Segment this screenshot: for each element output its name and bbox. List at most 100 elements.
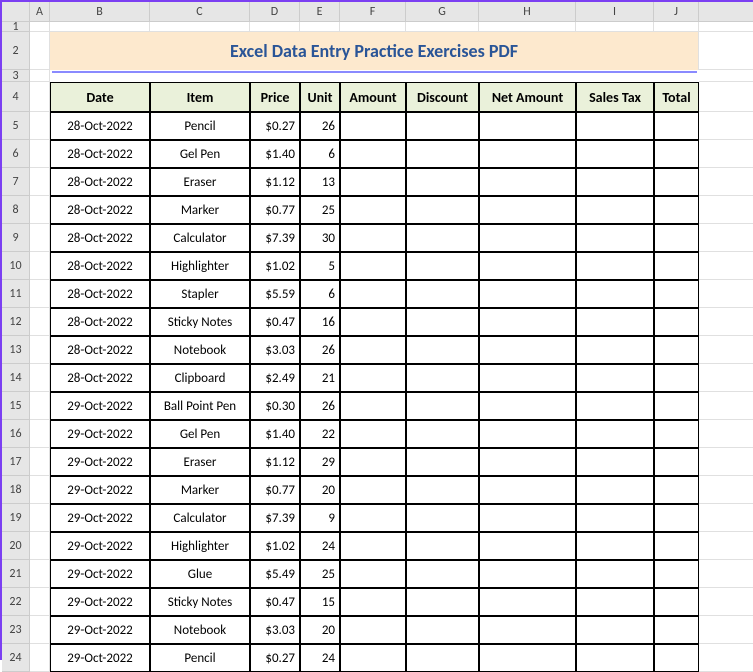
cell-blank[interactable] — [30, 82, 50, 112]
data-amount[interactable] — [340, 224, 406, 252]
data-total[interactable] — [654, 476, 699, 504]
data-sales_tax[interactable] — [576, 336, 654, 364]
data-sales_tax[interactable] — [576, 168, 654, 196]
cell-blank[interactable] — [699, 168, 753, 196]
data-price[interactable]: $1.02 — [250, 252, 300, 280]
cell-blank[interactable] — [30, 420, 50, 448]
data-date[interactable]: 29-Oct-2022 — [50, 644, 150, 672]
cell-blank[interactable] — [654, 22, 699, 32]
row-header-14[interactable]: 14 — [2, 364, 30, 392]
data-price[interactable]: $5.49 — [250, 560, 300, 588]
data-discount[interactable] — [406, 392, 479, 420]
cell-blank[interactable] — [699, 448, 753, 476]
data-unit[interactable]: 24 — [300, 644, 340, 672]
row-header-23[interactable]: 23 — [2, 616, 30, 644]
cell-blank[interactable] — [699, 140, 753, 168]
data-item[interactable]: Calculator — [150, 224, 250, 252]
data-total[interactable] — [654, 252, 699, 280]
data-total[interactable] — [654, 392, 699, 420]
cell-blank[interactable] — [30, 280, 50, 308]
data-discount[interactable] — [406, 252, 479, 280]
data-price[interactable]: $1.40 — [250, 420, 300, 448]
data-total[interactable] — [654, 504, 699, 532]
data-discount[interactable] — [406, 336, 479, 364]
data-sales_tax[interactable] — [576, 532, 654, 560]
cell-blank[interactable] — [150, 22, 250, 32]
data-sales_tax[interactable] — [576, 392, 654, 420]
row-header-5[interactable]: 5 — [2, 112, 30, 140]
data-unit[interactable]: 6 — [300, 280, 340, 308]
data-date[interactable]: 29-Oct-2022 — [50, 532, 150, 560]
data-net_amount[interactable] — [479, 140, 576, 168]
data-item[interactable]: Sticky Notes — [150, 308, 250, 336]
data-date[interactable]: 28-Oct-2022 — [50, 364, 150, 392]
data-total[interactable] — [654, 168, 699, 196]
data-amount[interactable] — [340, 560, 406, 588]
data-item[interactable]: Clipboard — [150, 364, 250, 392]
cell-blank[interactable] — [30, 616, 50, 644]
data-sales_tax[interactable] — [576, 364, 654, 392]
data-unit[interactable]: 6 — [300, 140, 340, 168]
col-header-G[interactable]: G — [406, 2, 479, 22]
cell-blank[interactable] — [699, 644, 753, 672]
data-discount[interactable] — [406, 308, 479, 336]
cell-blank[interactable] — [30, 168, 50, 196]
data-discount[interactable] — [406, 560, 479, 588]
col-header-A[interactable]: A — [30, 2, 50, 22]
header-item[interactable]: Item — [150, 82, 250, 112]
data-total[interactable] — [654, 224, 699, 252]
data-net_amount[interactable] — [479, 224, 576, 252]
data-net_amount[interactable] — [479, 420, 576, 448]
cell-blank[interactable] — [30, 364, 50, 392]
header-unit[interactable]: Unit — [300, 82, 340, 112]
data-item[interactable]: Eraser — [150, 168, 250, 196]
data-sales_tax[interactable] — [576, 308, 654, 336]
data-total[interactable] — [654, 420, 699, 448]
data-amount[interactable] — [340, 392, 406, 420]
data-net_amount[interactable] — [479, 364, 576, 392]
data-sales_tax[interactable] — [576, 280, 654, 308]
data-discount[interactable] — [406, 532, 479, 560]
data-date[interactable]: 28-Oct-2022 — [50, 336, 150, 364]
data-item[interactable]: Highlighter — [150, 532, 250, 560]
row-header-22[interactable]: 22 — [2, 588, 30, 616]
data-discount[interactable] — [406, 196, 479, 224]
data-unit[interactable]: 20 — [300, 476, 340, 504]
data-total[interactable] — [654, 616, 699, 644]
data-amount[interactable] — [340, 364, 406, 392]
data-price[interactable]: $0.27 — [250, 112, 300, 140]
cell-blank[interactable] — [30, 70, 50, 82]
row-header-7[interactable]: 7 — [2, 168, 30, 196]
data-total[interactable] — [654, 364, 699, 392]
data-discount[interactable] — [406, 644, 479, 672]
data-sales_tax[interactable] — [576, 560, 654, 588]
data-amount[interactable] — [340, 448, 406, 476]
data-item[interactable]: Marker — [150, 196, 250, 224]
data-total[interactable] — [654, 196, 699, 224]
data-date[interactable]: 28-Oct-2022 — [50, 140, 150, 168]
cell-blank[interactable] — [50, 22, 150, 32]
data-sales_tax[interactable] — [576, 448, 654, 476]
row-header-1[interactable]: 1 — [2, 22, 30, 32]
data-sales_tax[interactable] — [576, 644, 654, 672]
data-net_amount[interactable] — [479, 588, 576, 616]
cell-blank[interactable] — [300, 22, 340, 32]
cell-blank[interactable] — [699, 22, 753, 32]
data-amount[interactable] — [340, 196, 406, 224]
data-date[interactable]: 28-Oct-2022 — [50, 168, 150, 196]
col-header-H[interactable]: H — [479, 2, 576, 22]
data-item[interactable]: Eraser — [150, 448, 250, 476]
data-discount[interactable] — [406, 448, 479, 476]
cell-blank[interactable] — [699, 476, 753, 504]
header-amount[interactable]: Amount — [340, 82, 406, 112]
data-net_amount[interactable] — [479, 112, 576, 140]
data-amount[interactable] — [340, 476, 406, 504]
data-total[interactable] — [654, 532, 699, 560]
data-item[interactable]: Notebook — [150, 616, 250, 644]
col-header-E[interactable]: E — [300, 2, 340, 22]
data-discount[interactable] — [406, 504, 479, 532]
data-date[interactable]: 28-Oct-2022 — [50, 280, 150, 308]
data-unit[interactable]: 13 — [300, 168, 340, 196]
cell-blank[interactable] — [699, 560, 753, 588]
row-header-19[interactable]: 19 — [2, 504, 30, 532]
